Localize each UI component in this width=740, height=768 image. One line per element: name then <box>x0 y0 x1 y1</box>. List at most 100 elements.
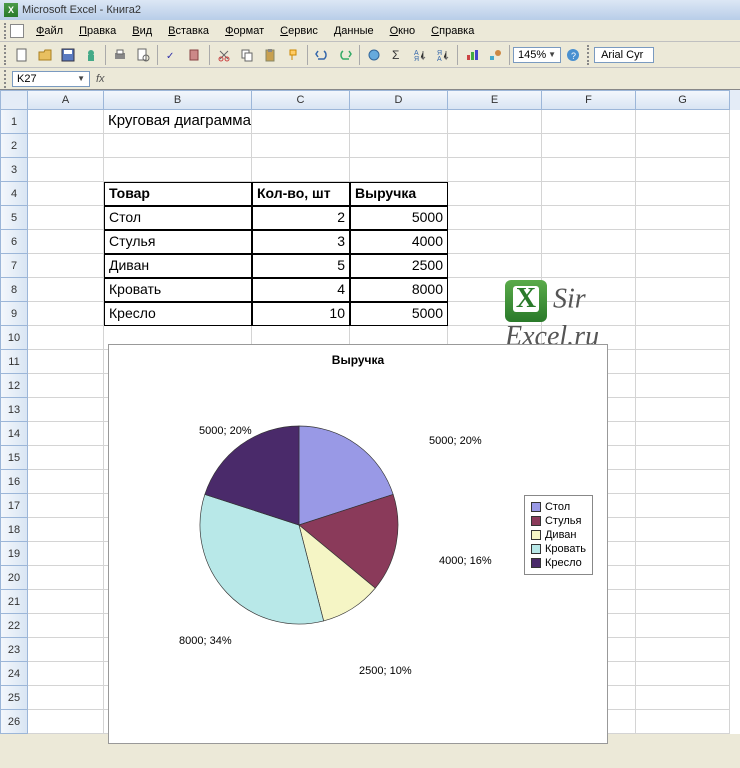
cell-A1[interactable] <box>28 110 104 134</box>
hyperlink-button[interactable] <box>363 44 385 66</box>
cell-C9[interactable]: 10 <box>252 302 350 326</box>
row-header-12[interactable]: 12 <box>0 374 28 398</box>
row-header-2[interactable]: 2 <box>0 134 28 158</box>
cell-A7[interactable] <box>28 254 104 278</box>
select-all-corner[interactable] <box>0 90 28 110</box>
row-header-7[interactable]: 7 <box>0 254 28 278</box>
cell-F3[interactable] <box>542 158 636 182</box>
chart-wizard-button[interactable] <box>461 44 483 66</box>
cell-A2[interactable] <box>28 134 104 158</box>
open-button[interactable] <box>34 44 56 66</box>
col-header-F[interactable]: F <box>542 90 636 110</box>
cell-E9[interactable] <box>448 302 542 326</box>
cell-D3[interactable] <box>350 158 448 182</box>
cell-G18[interactable] <box>636 518 730 542</box>
row-header-5[interactable]: 5 <box>0 206 28 230</box>
undo-button[interactable] <box>311 44 333 66</box>
row-header-10[interactable]: 10 <box>0 326 28 350</box>
print-preview-button[interactable] <box>132 44 154 66</box>
cell-A8[interactable] <box>28 278 104 302</box>
row-header-19[interactable]: 19 <box>0 542 28 566</box>
toolbar-handle[interactable] <box>4 23 8 39</box>
pie-chart[interactable]: Выручка 5000; 20%4000; 16%2500; 10%8000;… <box>108 344 608 744</box>
cell-A6[interactable] <box>28 230 104 254</box>
copy-button[interactable] <box>236 44 258 66</box>
row-header-3[interactable]: 3 <box>0 158 28 182</box>
cell-C1[interactable] <box>252 110 350 134</box>
cell-C4[interactable]: Кол-во, шт <box>252 182 350 206</box>
zoom-combo[interactable]: 145% ▼ <box>513 47 561 63</box>
cell-G25[interactable] <box>636 686 730 710</box>
toolbar-handle[interactable] <box>4 70 8 88</box>
row-header-1[interactable]: 1 <box>0 110 28 134</box>
cell-G20[interactable] <box>636 566 730 590</box>
cell-A22[interactable] <box>28 614 104 638</box>
cell-A20[interactable] <box>28 566 104 590</box>
cell-G17[interactable] <box>636 494 730 518</box>
row-header-4[interactable]: 4 <box>0 182 28 206</box>
row-header-8[interactable]: 8 <box>0 278 28 302</box>
cell-E3[interactable] <box>448 158 542 182</box>
cell-A5[interactable] <box>28 206 104 230</box>
cell-A4[interactable] <box>28 182 104 206</box>
cell-D1[interactable] <box>350 110 448 134</box>
cell-G15[interactable] <box>636 446 730 470</box>
help-button[interactable]: ? <box>562 44 584 66</box>
cell-G12[interactable] <box>636 374 730 398</box>
cell-F6[interactable] <box>542 230 636 254</box>
col-header-C[interactable]: C <box>252 90 350 110</box>
cell-G8[interactable] <box>636 278 730 302</box>
menu-format[interactable]: Формат <box>217 23 272 39</box>
cell-A3[interactable] <box>28 158 104 182</box>
cell-E1[interactable] <box>448 110 542 134</box>
save-button[interactable] <box>57 44 79 66</box>
cell-D4[interactable]: Выручка <box>350 182 448 206</box>
cell-E8[interactable] <box>448 278 542 302</box>
cell-F5[interactable] <box>542 206 636 230</box>
cell-B2[interactable] <box>104 134 252 158</box>
menu-edit[interactable]: Правка <box>71 23 124 39</box>
row-header-22[interactable]: 22 <box>0 614 28 638</box>
col-header-D[interactable]: D <box>350 90 448 110</box>
cell-D7[interactable]: 2500 <box>350 254 448 278</box>
cell-E4[interactable] <box>448 182 542 206</box>
cell-C7[interactable]: 5 <box>252 254 350 278</box>
cell-A10[interactable] <box>28 326 104 350</box>
cell-G9[interactable] <box>636 302 730 326</box>
cell-B7[interactable]: Диван <box>104 254 252 278</box>
col-header-B[interactable]: B <box>104 90 252 110</box>
cell-D5[interactable]: 5000 <box>350 206 448 230</box>
cell-F1[interactable] <box>542 110 636 134</box>
toolbar-handle[interactable] <box>587 45 591 65</box>
cell-A25[interactable] <box>28 686 104 710</box>
cell-F4[interactable] <box>542 182 636 206</box>
cell-G11[interactable] <box>636 350 730 374</box>
row-header-11[interactable]: 11 <box>0 350 28 374</box>
cell-F9[interactable] <box>542 302 636 326</box>
row-header-21[interactable]: 21 <box>0 590 28 614</box>
spelling-button[interactable]: ✓ <box>161 44 183 66</box>
cell-A26[interactable] <box>28 710 104 734</box>
cell-D9[interactable]: 5000 <box>350 302 448 326</box>
redo-button[interactable] <box>334 44 356 66</box>
document-icon[interactable] <box>10 24 24 38</box>
cell-G26[interactable] <box>636 710 730 734</box>
cell-G23[interactable] <box>636 638 730 662</box>
menu-file[interactable]: Файл <box>28 23 71 39</box>
cell-E7[interactable] <box>448 254 542 278</box>
cell-E2[interactable] <box>448 134 542 158</box>
cut-button[interactable] <box>213 44 235 66</box>
cell-B1[interactable]: Круговая диаграмма в Excel 2003 <box>104 110 252 134</box>
row-header-9[interactable]: 9 <box>0 302 28 326</box>
worksheet-grid[interactable]: A B C D E F G 12345678910111213141516171… <box>0 90 740 734</box>
cell-G14[interactable] <box>636 422 730 446</box>
cell-G22[interactable] <box>636 614 730 638</box>
cell-G21[interactable] <box>636 590 730 614</box>
row-header-16[interactable]: 16 <box>0 470 28 494</box>
cell-G4[interactable] <box>636 182 730 206</box>
cell-G7[interactable] <box>636 254 730 278</box>
cell-G19[interactable] <box>636 542 730 566</box>
cell-C2[interactable] <box>252 134 350 158</box>
cell-G5[interactable] <box>636 206 730 230</box>
cell-B8[interactable]: Кровать <box>104 278 252 302</box>
